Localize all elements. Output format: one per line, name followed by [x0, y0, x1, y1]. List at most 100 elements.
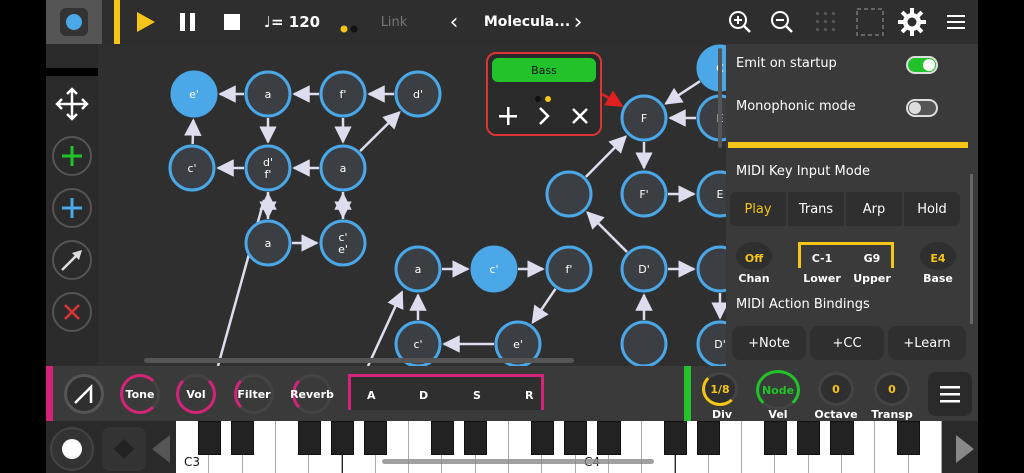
delete-button[interactable]	[52, 292, 92, 332]
graph-node[interactable]: D'	[696, 320, 726, 366]
mode-arp[interactable]: Arp	[846, 192, 902, 226]
black-key[interactable]	[896, 421, 921, 455]
graph-node[interactable]: a	[319, 144, 367, 192]
diamond-button[interactable]	[102, 427, 146, 471]
graph-node[interactable]: a	[394, 245, 442, 293]
popup-title[interactable]: Bass	[492, 58, 596, 82]
add-cc-binding-button[interactable]: +CC	[810, 326, 884, 360]
node-popup: Bass	[486, 52, 602, 136]
edge[interactable]	[601, 90, 624, 108]
move-tool-button[interactable]	[52, 84, 92, 124]
adsr-envelope[interactable]: A D S R	[348, 374, 544, 410]
keyboard-scroll-handle[interactable]	[382, 459, 654, 464]
graph-node[interactable]: F'	[620, 170, 668, 218]
bottom-menu-button[interactable]	[928, 372, 972, 416]
vertical-scrollbar[interactable]	[718, 48, 722, 148]
edge[interactable]	[586, 211, 628, 253]
next-preset-icon[interactable]: ›	[566, 8, 590, 36]
pause-icon[interactable]	[174, 8, 202, 36]
black-key[interactable]	[530, 421, 554, 455]
mode-hold[interactable]: Hold	[904, 192, 960, 226]
record-button[interactable]	[50, 427, 94, 471]
node-graph-canvas[interactable]: e'af'd'c'd'f'aac'e'CFEF'Eac'f'D'c'e'D' B…	[98, 44, 726, 366]
graph-node[interactable]: D'	[620, 245, 668, 293]
filter-knob[interactable]: Filter	[234, 374, 274, 414]
play-icon[interactable]	[132, 8, 160, 36]
mode-trans[interactable]: Trans	[788, 192, 844, 226]
add-green-node-button[interactable]	[52, 136, 92, 176]
div-knob[interactable]: 1/8	[702, 372, 738, 406]
black-key[interactable]	[697, 421, 721, 455]
zoom-in-icon[interactable]	[726, 8, 754, 36]
graph-node[interactable]: c'	[168, 144, 216, 192]
black-key[interactable]	[330, 421, 355, 455]
envelope-shape-button[interactable]	[64, 374, 104, 414]
black-key[interactable]	[297, 421, 321, 455]
edge[interactable]	[584, 135, 627, 178]
black-key[interactable]	[797, 421, 821, 455]
emit-on-startup-toggle[interactable]	[906, 56, 938, 74]
edge[interactable]	[531, 288, 557, 324]
graph-node[interactable]: c'	[470, 245, 518, 293]
graph-node[interactable]: f'	[319, 70, 367, 118]
edge[interactable]	[664, 80, 701, 105]
link-button[interactable]: Link	[374, 8, 414, 36]
black-key[interactable]	[663, 421, 688, 455]
graph-node[interactable]	[545, 170, 593, 218]
black-key[interactable]	[230, 421, 255, 455]
black-key[interactable]	[597, 421, 621, 455]
menu-icon[interactable]	[942, 8, 970, 36]
tempo-display[interactable]: ♩= 120	[260, 8, 324, 36]
grid-icon[interactable]	[812, 8, 840, 36]
black-key[interactable]	[197, 421, 221, 455]
reverb-knob[interactable]: Reverb	[290, 374, 334, 414]
graph-node[interactable]: E	[696, 170, 726, 218]
selection-icon[interactable]	[854, 6, 886, 38]
vel-knob[interactable]: Node	[756, 370, 800, 410]
panel-scrollbar[interactable]	[970, 174, 973, 324]
graph-node[interactable]: d'f'	[244, 144, 292, 192]
graph-node[interactable]: a	[244, 219, 292, 267]
horizontal-scrollbar[interactable]	[144, 358, 574, 363]
transp-knob[interactable]: 0	[874, 372, 910, 406]
black-key[interactable]	[830, 421, 854, 455]
add-note-binding-button[interactable]: +Note	[732, 326, 806, 360]
edge[interactable]	[359, 111, 401, 153]
vol-knob[interactable]: Vol	[176, 374, 216, 414]
gear-icon[interactable]	[896, 6, 928, 38]
edge[interactable]	[366, 290, 404, 366]
popup-next-icon[interactable]	[532, 104, 556, 128]
app-icon[interactable]	[46, 0, 102, 44]
graph-node[interactable]	[620, 320, 668, 366]
edge[interactable]	[184, 118, 202, 145]
graph-node[interactable]: F	[620, 94, 668, 142]
lower-value: C-1	[811, 252, 833, 265]
add-edge-button[interactable]	[52, 240, 92, 280]
popup-close-icon[interactable]	[568, 104, 592, 128]
mode-play[interactable]: Play	[730, 192, 786, 226]
graph-node[interactable]	[696, 245, 726, 293]
piano-keys[interactable]	[176, 421, 952, 473]
black-key[interactable]	[563, 421, 588, 455]
graph-node[interactable]: a	[244, 70, 292, 118]
popup-add-icon[interactable]	[496, 104, 520, 128]
tone-knob[interactable]: Tone	[120, 374, 160, 414]
zoom-out-icon[interactable]	[768, 8, 796, 36]
black-key[interactable]	[430, 421, 455, 455]
node-graph[interactable]: e'af'd'c'd'f'aac'e'CFEF'Eac'f'D'c'e'D'	[98, 44, 726, 366]
black-key[interactable]	[763, 421, 788, 455]
graph-node[interactable]: e'	[170, 70, 218, 118]
stop-icon[interactable]	[218, 8, 246, 36]
black-key[interactable]	[364, 421, 388, 455]
keyboard-scroll-left-icon[interactable]	[150, 435, 172, 463]
graph-node[interactable]: f'	[545, 245, 593, 293]
black-key[interactable]	[464, 421, 488, 455]
learn-binding-button[interactable]: +Learn	[888, 326, 966, 360]
add-blue-node-button[interactable]	[52, 188, 92, 228]
graph-node[interactable]: c'e'	[319, 219, 367, 267]
graph-node[interactable]: d'	[394, 70, 442, 118]
octave-knob[interactable]: 0	[818, 372, 854, 406]
previous-preset-icon[interactable]: ‹	[442, 8, 466, 36]
monophonic-mode-toggle[interactable]	[906, 99, 938, 117]
keyboard-scroll-right-icon[interactable]	[954, 435, 976, 463]
